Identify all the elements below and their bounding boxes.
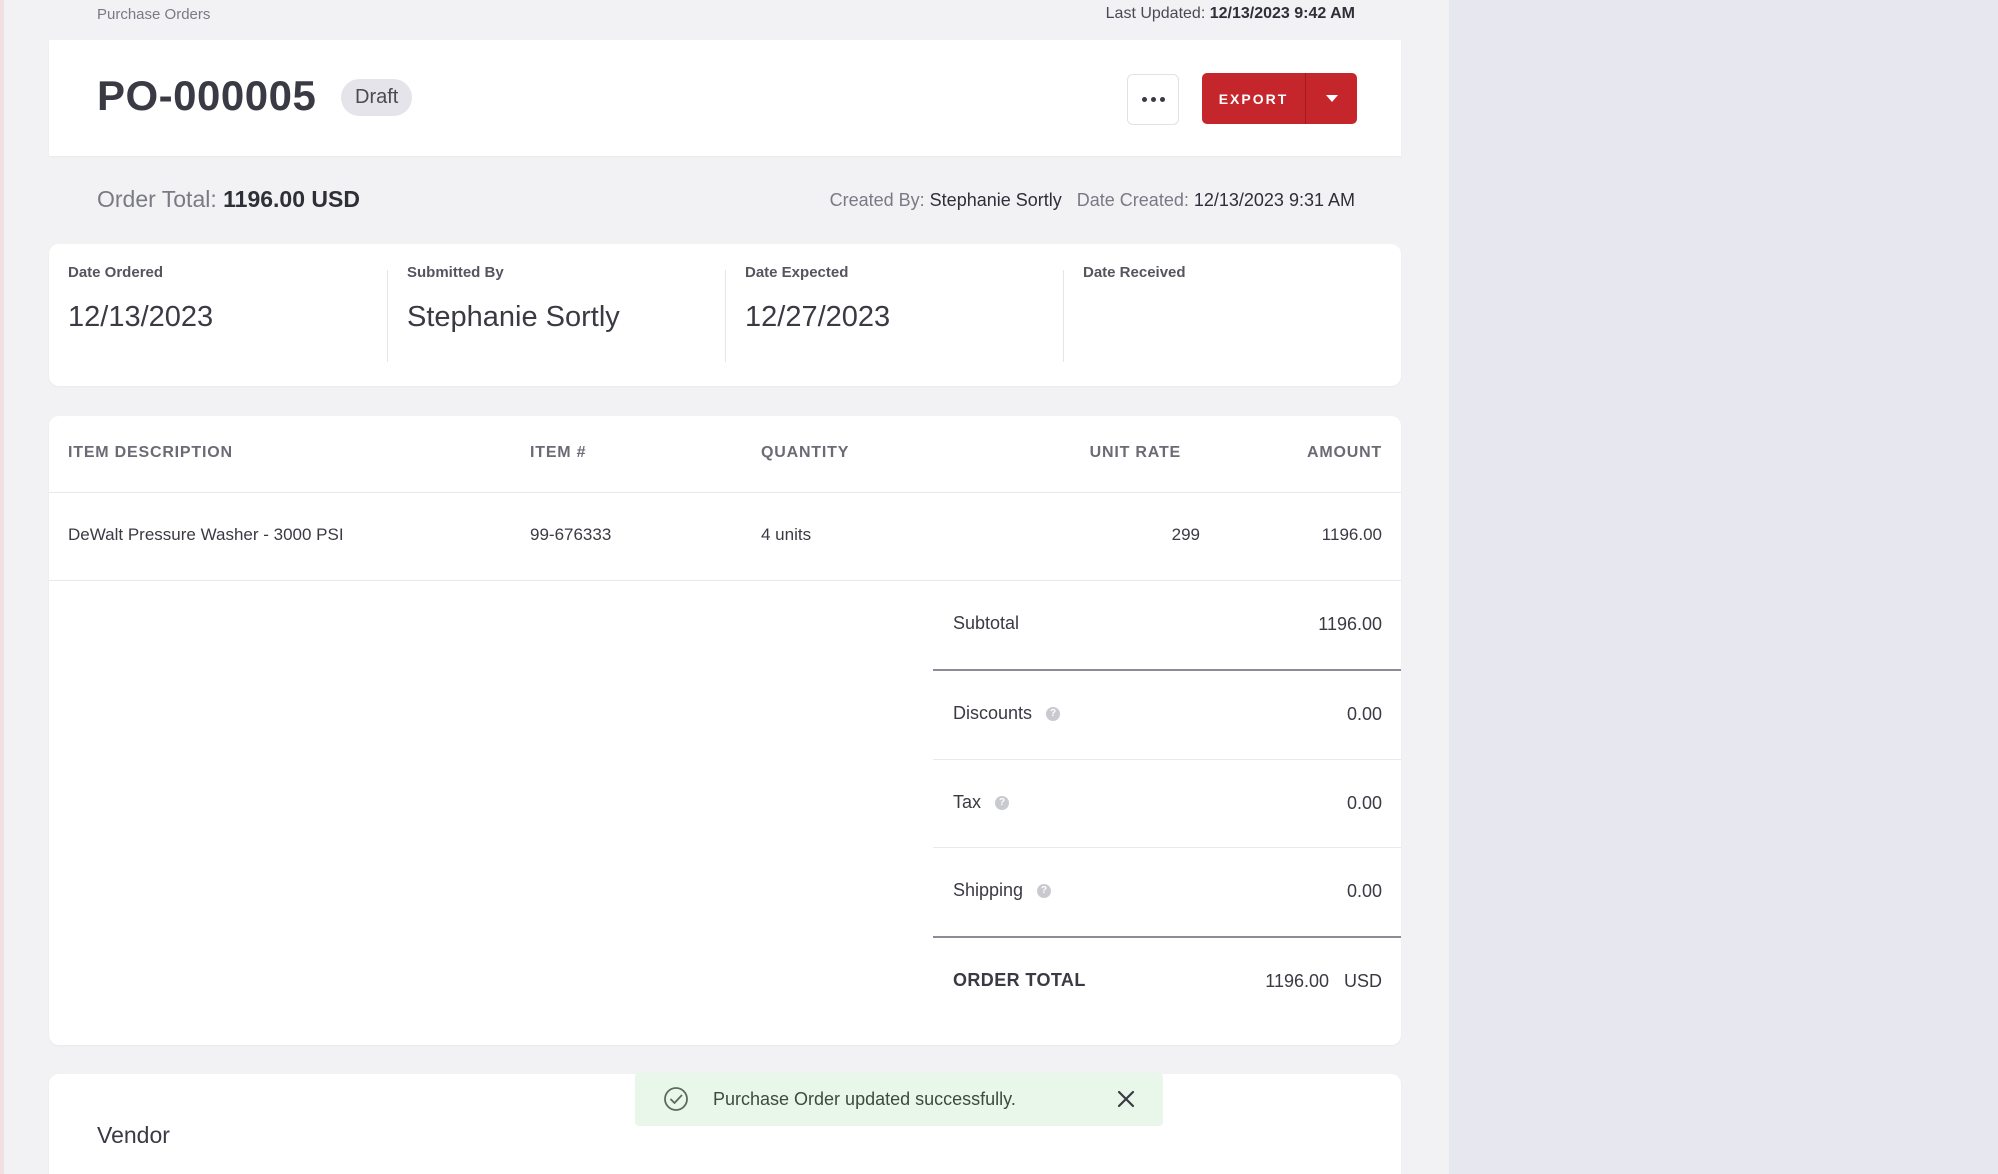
date-expected-label: Date Expected — [745, 264, 849, 281]
more-options-button[interactable] — [1127, 74, 1179, 125]
divider — [49, 492, 1401, 493]
close-icon[interactable] — [1117, 1090, 1135, 1108]
vendor-title: Vendor — [97, 1122, 170, 1148]
date-ordered-label: Date Ordered — [68, 264, 164, 281]
last-updated-value: 12/13/2023 9:42 AM — [1209, 5, 1355, 22]
check-circle-icon — [664, 1087, 688, 1111]
created-info: Created By: Stephanie Sortly Date Create… — [830, 190, 1355, 211]
order-total-summary-value: 1196.00 USD — [223, 186, 360, 212]
column-header-quantity: QUANTITY — [761, 444, 850, 461]
header-card: PO-000005 Draft EXPORT — [49, 40, 1401, 156]
discounts-row[interactable]: Discounts ? 0.00 — [933, 671, 1401, 759]
column-header-unit-rate: UNIT RATE — [1089, 444, 1181, 461]
item-quantity: 4 units — [761, 525, 812, 544]
main-content: Purchase Orders Last Updated: 12/13/2023… — [4, 0, 1449, 1174]
right-pane — [1449, 0, 1998, 1174]
order-total-row: ORDER TOTAL 1196.00 USD — [933, 938, 1401, 1026]
date-received-field[interactable]: Date Received — [1064, 244, 1402, 386]
column-header-item-no: ITEM # — [530, 444, 587, 461]
date-received-label: Date Received — [1083, 264, 1186, 281]
date-expected-value: 12/27/2023 — [745, 301, 891, 333]
column-header-amount: AMOUNT — [1306, 444, 1382, 461]
subtotal-row: Subtotal 1196.00 — [933, 581, 1401, 669]
dates-card: Date Ordered 12/13/2023 Submitted By Ste… — [49, 244, 1401, 386]
more-dots-icon — [1141, 97, 1147, 102]
subtotal-label: Subtotal — [953, 613, 1020, 633]
more-dots-icon — [1150, 97, 1156, 102]
success-toast: Purchase Order updated successfully. — [635, 1073, 1163, 1126]
order-total-summary-label: Order Total: — [97, 186, 217, 212]
tax-label: Tax — [953, 792, 982, 812]
page-title: PO-000005 — [97, 72, 317, 119]
column-header-description: ITEM DESCRIPTION — [68, 444, 233, 461]
order-total-value: 1196.00 — [1265, 971, 1329, 991]
date-created-label: Date Created: — [1076, 190, 1189, 210]
shipping-label-group: Shipping ? — [953, 880, 1052, 901]
item-description: DeWalt Pressure Washer - 3000 PSI — [68, 525, 344, 544]
created-by-label: Created By: — [829, 190, 925, 210]
shipping-value[interactable]: 0.00 — [1347, 881, 1382, 902]
export-dropdown-toggle[interactable] — [1306, 95, 1357, 102]
help-icon[interactable]: ? — [1046, 706, 1061, 721]
date-expected-field[interactable]: Date Expected 12/27/2023 — [726, 244, 1064, 386]
submitted-by-value: Stephanie Sortly — [407, 301, 620, 333]
shipping-row[interactable]: Shipping ? 0.00 — [933, 848, 1401, 936]
item-number: 99-676333 — [530, 525, 612, 544]
discounts-label: Discounts — [953, 703, 1033, 723]
order-total-label: ORDER TOTAL — [953, 970, 1086, 990]
breadcrumb[interactable]: Purchase Orders — [97, 6, 210, 23]
last-updated: Last Updated: 12/13/2023 9:42 AM — [1106, 5, 1355, 23]
tax-value[interactable]: 0.00 — [1347, 793, 1382, 814]
date-ordered-field[interactable]: Date Ordered 12/13/2023 — [49, 244, 387, 386]
toast-message: Purchase Order updated successfully. — [713, 1089, 1016, 1109]
discounts-value[interactable]: 0.00 — [1347, 704, 1382, 725]
chevron-down-icon — [1325, 95, 1338, 102]
help-icon[interactable]: ? — [1037, 883, 1052, 898]
order-total-summary: Order Total: 1196.00 USD — [97, 186, 360, 213]
line-items-card: ITEM DESCRIPTION ITEM # QUANTITY UNIT RA… — [49, 416, 1401, 1045]
created-by-value: Stephanie Sortly — [929, 190, 1062, 210]
status-badge: Draft — [341, 79, 413, 116]
discounts-label-group: Discounts ? — [953, 703, 1061, 724]
tax-label-group: Tax ? — [953, 792, 1010, 813]
summary-row: Order Total: 1196.00 USD Created By: Ste… — [4, 184, 1449, 220]
item-amount: 1196.00 — [1321, 525, 1382, 544]
last-updated-label: Last Updated: — [1105, 5, 1206, 22]
help-icon[interactable]: ? — [995, 795, 1010, 810]
export-button-label: EXPORT — [1218, 90, 1289, 107]
item-unit-rate: 299 — [1171, 525, 1200, 544]
order-total-currency: USD — [1343, 971, 1382, 991]
submitted-by-label: Submitted By — [407, 264, 504, 281]
export-button[interactable]: EXPORT — [1202, 73, 1357, 124]
top-bar: Purchase Orders Last Updated: 12/13/2023… — [4, 0, 1449, 32]
shipping-label: Shipping — [953, 880, 1024, 900]
date-ordered-value: 12/13/2023 — [68, 301, 214, 333]
submitted-by-field[interactable]: Submitted By Stephanie Sortly — [388, 244, 726, 386]
more-dots-icon — [1159, 97, 1165, 102]
subtotal-value: 1196.00 — [1318, 614, 1382, 634]
date-created-value: 12/13/2023 9:31 AM — [1193, 190, 1355, 210]
tax-row[interactable]: Tax ? 0.00 — [933, 760, 1401, 848]
